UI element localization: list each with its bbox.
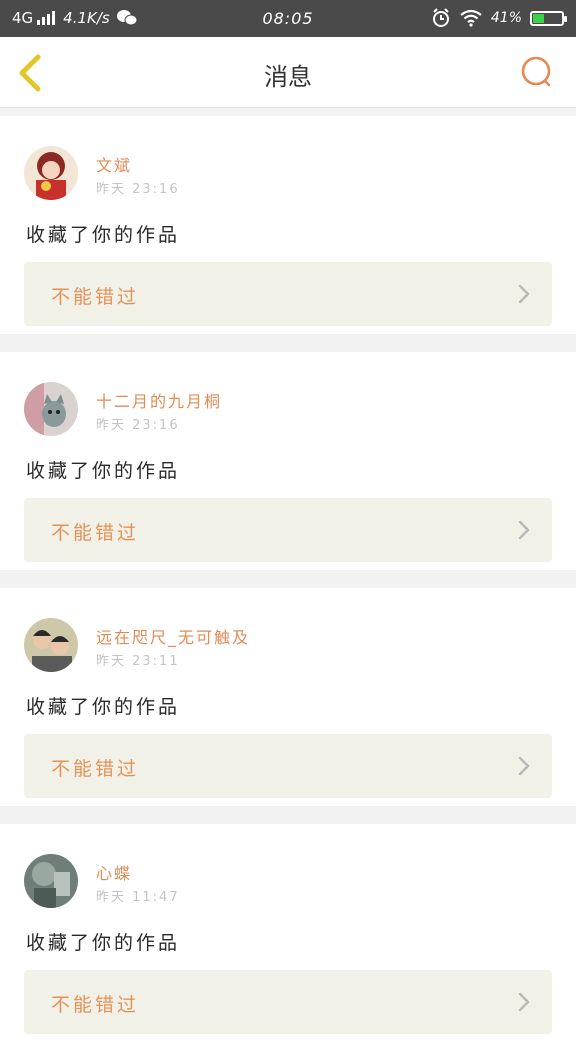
message-list: 文斌 昨天 23:16 收藏了你的作品 不能错过 十二月的九月桐 昨天 23:1… [0, 108, 576, 1042]
cat-avatar [24, 382, 78, 436]
username[interactable]: 远在咫尺_无可触及 [96, 624, 250, 648]
message-card: 十二月的九月桐 昨天 23:16 收藏了你的作品 不能错过 [0, 352, 576, 570]
work-link-button[interactable]: 不能错过 [24, 262, 552, 326]
page-title: 消息 [264, 63, 312, 91]
search-icon [521, 56, 551, 87]
work-link-label: 不能错过 [51, 522, 140, 544]
work-link-button[interactable]: 不能错过 [24, 970, 552, 1034]
timestamp: 昨天 23:11 [96, 654, 180, 669]
work-link-button[interactable]: 不能错过 [24, 734, 552, 798]
username[interactable]: 十二月的九月桐 [96, 388, 222, 412]
action-text: 收藏了你的作品 [26, 696, 181, 718]
message-card: 心蝶 昨天 11:47 收藏了你的作品 不能错过 [0, 824, 576, 1042]
action-text: 收藏了你的作品 [26, 932, 181, 954]
battery-percent: 41% [490, 10, 522, 26]
header-bar: 消息 [0, 37, 576, 108]
status-bar: 4G 4.1K/s 08:05 41% [0, 0, 576, 37]
status-right: 41% [431, 8, 567, 28]
work-link-label: 不能错过 [51, 758, 140, 780]
avatar[interactable] [24, 854, 78, 908]
avatar[interactable] [24, 146, 78, 200]
group-photo-avatar [24, 618, 78, 672]
avatar[interactable] [24, 618, 78, 672]
timestamp: 昨天 11:47 [96, 890, 180, 905]
wifi-icon [460, 9, 482, 27]
username[interactable]: 心蝶 [96, 860, 132, 884]
chevron-right-icon [518, 992, 530, 1012]
message-card: 远在咫尺_无可触及 昨天 23:11 收藏了你的作品 不能错过 [0, 588, 576, 806]
battery-level [533, 13, 544, 23]
battery-icon [530, 10, 567, 26]
timestamp: 昨天 23:16 [96, 418, 180, 433]
statue-avatar [24, 854, 78, 908]
work-link-button[interactable]: 不能错过 [24, 498, 552, 562]
chevron-right-icon [518, 284, 530, 304]
username[interactable]: 文斌 [96, 152, 132, 176]
chevron-right-icon [518, 520, 530, 540]
action-text: 收藏了你的作品 [26, 224, 181, 246]
search-button[interactable] [520, 55, 556, 91]
message-card: 文斌 昨天 23:16 收藏了你的作品 不能错过 [0, 116, 576, 334]
timestamp: 昨天 23:16 [96, 182, 180, 197]
chevron-right-icon [518, 756, 530, 776]
alarm-icon [432, 8, 449, 27]
work-link-label: 不能错过 [51, 286, 140, 308]
avatar[interactable] [24, 382, 78, 436]
action-text: 收藏了你的作品 [26, 460, 181, 482]
work-link-label: 不能错过 [51, 994, 140, 1016]
anime-avatar [24, 146, 78, 200]
